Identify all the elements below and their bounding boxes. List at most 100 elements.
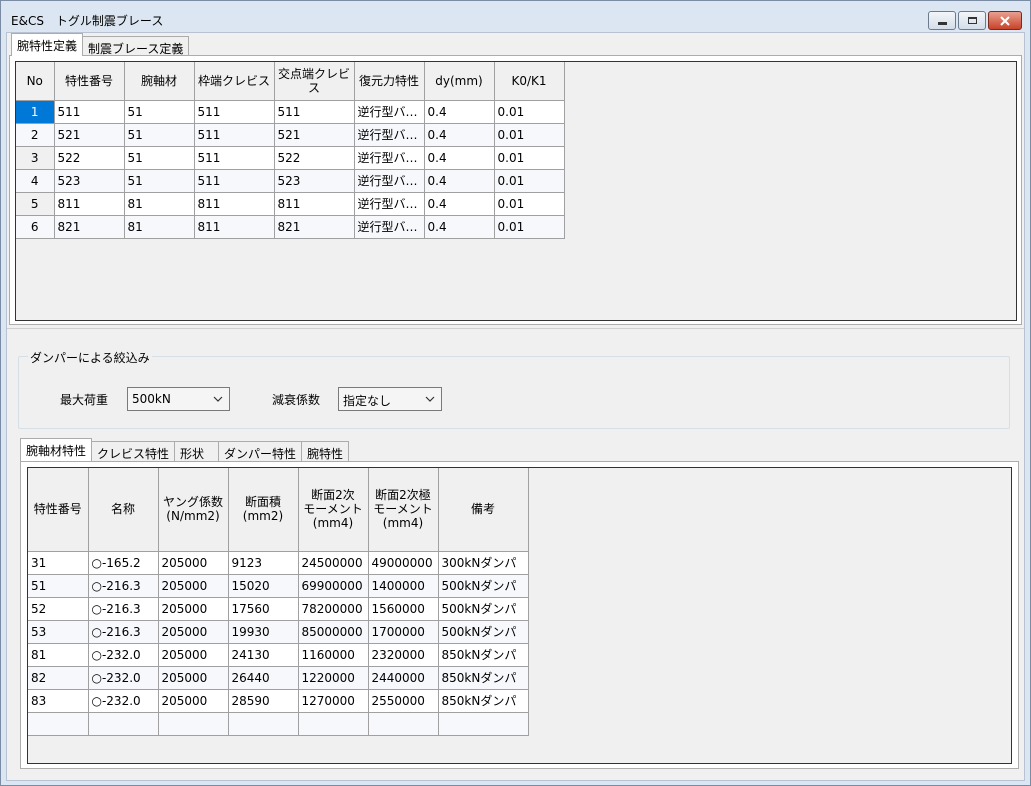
table-cell[interactable] [88,712,159,736]
table-cell[interactable]: 821 [54,215,125,239]
table-cell[interactable] [298,712,369,736]
table-row[interactable]: 83 ○-232.0 205000 28590 1270000 2550000 850kNダ… [28,689,529,713]
table-cell[interactable]: 51 [124,169,195,193]
top-table-header[interactable]: 復元力特性 [354,62,425,101]
table-row[interactable] [28,712,529,736]
table-cell[interactable]: ○-232.0 [88,643,159,667]
top-table-header[interactable]: 腕軸材 [124,62,195,101]
table-row[interactable]: 51 ○-216.3 205000 15020 69900000 1400000 500kN… [28,574,529,598]
table-cell[interactable]: 811 [274,192,355,216]
table-cell[interactable]: 521 [274,123,355,147]
table-cell[interactable]: ○-232.0 [88,666,159,690]
row-number-cell[interactable]: 4 [16,169,55,193]
bottom-table-header[interactable]: 断面2次極 モーメント (mm4) [368,468,439,552]
table-row[interactable]: 2 521 51 511 521 逆行型バ… 0.4 0.01 [16,123,565,147]
table-cell[interactable]: 0.4 [424,146,495,170]
table-cell[interactable]: 811 [194,215,275,239]
table-cell[interactable]: 逆行型バ… [354,215,425,239]
table-cell[interactable]: 0.4 [424,123,495,147]
table-cell[interactable]: 523 [274,169,355,193]
row-number-cell[interactable]: 6 [16,215,55,239]
top-table-header[interactable]: 枠端クレビス [194,62,275,101]
table-row[interactable]: 6 821 81 811 821 逆行型バ… 0.4 0.01 [16,215,565,239]
close-button[interactable] [988,11,1022,30]
table-cell[interactable]: 205000 [158,620,229,644]
arm-axial-member-grid[interactable]: 特性番号 名称 ヤング係数 (N/mm2) 断面積 (mm2) 断面2次 モーメント (… [27,467,1012,764]
damping-coef-select[interactable]: 指定なし [338,387,442,411]
table-cell[interactable]: 逆行型バ… [354,192,425,216]
table-cell[interactable]: 1400000 [368,574,439,598]
tab-damper[interactable]: ダンパー特性 [218,441,303,461]
table-cell[interactable]: 1160000 [298,643,369,667]
table-cell[interactable]: 205000 [158,666,229,690]
tab-shape[interactable]: 形状 [174,441,220,461]
table-row[interactable]: 82 ○-232.0 205000 26440 1220000 2440000 850kNダ… [28,666,529,690]
table-row[interactable]: 52 ○-216.3 205000 17560 78200000 1560000 500kN… [28,597,529,621]
table-cell[interactable]: 205000 [158,597,229,621]
table-cell[interactable]: 51 [28,574,89,598]
table-cell[interactable]: 1220000 [298,666,369,690]
row-number-cell[interactable]: 1 [16,100,55,124]
table-cell[interactable]: 500kNダンパ [438,597,529,621]
table-cell[interactable]: 19930 [228,620,299,644]
table-cell[interactable] [158,712,229,736]
tab-clevis[interactable]: クレビス特性 [91,441,176,461]
table-cell[interactable]: 511 [274,100,355,124]
max-load-select[interactable]: 500kN [127,387,230,411]
table-cell[interactable]: 522 [54,146,125,170]
table-cell[interactable]: ○-232.0 [88,689,159,713]
table-cell[interactable]: 811 [54,192,125,216]
table-cell[interactable]: 81 [124,215,195,239]
table-cell[interactable] [28,712,89,736]
table-cell[interactable]: 0.01 [494,192,565,216]
tab-damping-brace-definition[interactable]: 制震ブレース定義 [82,36,190,56]
table-cell[interactable]: 78200000 [298,597,369,621]
tab-arm-axial-member[interactable]: 腕軸材特性 [20,438,93,461]
table-cell[interactable] [368,712,439,736]
title-bar[interactable]: E&CS トグル制震ブレース [1,1,1030,31]
table-cell[interactable]: ○-216.3 [88,620,159,644]
table-cell[interactable]: 300kNダンパ [438,551,529,575]
table-cell[interactable]: ○-216.3 [88,574,159,598]
top-table-header[interactable]: No [16,62,55,101]
table-cell[interactable]: 0.01 [494,100,565,124]
table-cell[interactable]: 53 [28,620,89,644]
table-cell[interactable]: 1560000 [368,597,439,621]
table-cell[interactable]: ○-216.3 [88,597,159,621]
table-row[interactable]: 3 522 51 511 522 逆行型バ… 0.4 0.01 [16,146,565,170]
table-row[interactable]: 5 811 81 811 811 逆行型バ… 0.4 0.01 [16,192,565,216]
table-cell[interactable]: 511 [194,123,275,147]
bottom-table-header[interactable]: ヤング係数 (N/mm2) [158,468,229,552]
table-cell[interactable]: 0.01 [494,146,565,170]
table-cell[interactable]: 17560 [228,597,299,621]
table-cell[interactable]: 0.4 [424,192,495,216]
table-cell[interactable]: 81 [124,192,195,216]
top-table-header[interactable]: K0/K1 [494,62,565,101]
table-cell[interactable]: 26440 [228,666,299,690]
table-cell[interactable]: 511 [194,146,275,170]
top-table-header[interactable]: 特性番号 [54,62,125,101]
table-cell[interactable]: 逆行型バ… [354,100,425,124]
table-cell[interactable]: 511 [194,100,275,124]
table-cell[interactable]: 521 [54,123,125,147]
table-cell[interactable]: 51 [124,146,195,170]
table-cell[interactable]: 83 [28,689,89,713]
table-cell[interactable]: 81 [28,643,89,667]
table-cell[interactable]: 逆行型バ… [354,169,425,193]
table-cell[interactable]: 1700000 [368,620,439,644]
table-cell[interactable]: ○-165.2 [88,551,159,575]
table-cell[interactable]: 0.01 [494,215,565,239]
table-cell[interactable]: 1270000 [298,689,369,713]
table-cell[interactable]: 0.4 [424,100,495,124]
table-cell[interactable]: 52 [28,597,89,621]
table-cell[interactable]: 205000 [158,551,229,575]
top-table-header[interactable]: dy(mm) [424,62,495,101]
splitter[interactable] [7,328,1024,329]
maximize-button[interactable] [958,11,986,30]
tab-arm[interactable]: 腕特性 [301,441,350,461]
table-cell[interactable]: 24130 [228,643,299,667]
minimize-button[interactable] [928,11,956,30]
table-cell[interactable]: 522 [274,146,355,170]
row-number-cell[interactable]: 5 [16,192,55,216]
table-cell[interactable]: 28590 [228,689,299,713]
